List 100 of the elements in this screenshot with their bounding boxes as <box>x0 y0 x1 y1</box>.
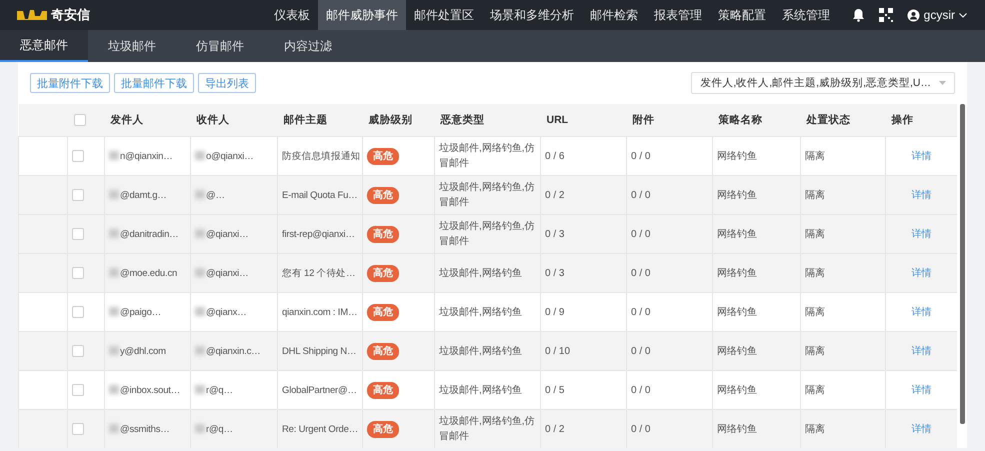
redacted-block <box>195 424 205 434</box>
threat-badge: 高危 <box>367 226 399 242</box>
tab[interactable]: 内容过滤 <box>264 30 352 62</box>
redacted-block <box>109 346 119 356</box>
brand-name: 奇安信 <box>51 6 90 24</box>
attachment-count: 0 / 0 <box>631 228 650 240</box>
nav-item[interactable]: 系统管理 <box>774 0 838 30</box>
url-count: 0 / 5 <box>545 384 564 396</box>
status-text: 隔离 <box>805 306 825 318</box>
tab[interactable]: 仿冒邮件 <box>176 30 264 62</box>
attachment-count: 0 / 0 <box>631 346 650 356</box>
email-address: o@qianxi… <box>206 150 254 162</box>
status-text: 隔离 <box>805 190 825 200</box>
attachment-count: 0 / 0 <box>631 268 650 278</box>
url-count: 0 / 9 <box>545 306 564 318</box>
attachment-count: 0 / 0 <box>631 190 650 200</box>
redacted-block <box>195 151 205 160</box>
redacted-block <box>109 385 119 394</box>
tab[interactable]: 垃圾邮件 <box>88 30 176 62</box>
logo-icon <box>16 7 48 23</box>
nav-item[interactable]: 邮件处置区 <box>406 0 482 30</box>
scrollbar[interactable] <box>960 104 964 424</box>
nav-item[interactable]: 策略配置 <box>710 0 774 30</box>
redacted-block <box>195 268 205 278</box>
threat-badge: 高危 <box>367 186 399 204</box>
threat-badge: 高危 <box>367 148 399 164</box>
policy-name: 网络钓鱼 <box>717 268 757 278</box>
caret-icon <box>939 81 946 85</box>
threat-badge: 高危 <box>367 342 399 360</box>
url-count: 0 / 3 <box>545 228 564 240</box>
malware-type: 垃圾邮件,网络钓鱼 <box>439 306 522 318</box>
mail-subject: qianxin.com : IM… <box>282 306 358 318</box>
status-text: 隔离 <box>805 384 825 396</box>
email-address: @inbox.sout… <box>120 384 180 396</box>
policy-name: 网络钓鱼 <box>717 346 757 356</box>
checkbox[interactable] <box>72 344 84 357</box>
malware-type: 垃圾邮件,网络钓鱼 <box>439 268 522 278</box>
email-address: @danitradin… <box>120 228 178 240</box>
redacted-block <box>109 229 119 238</box>
nav-item[interactable]: 仪表板 <box>266 0 318 30</box>
threat-badge: 高危 <box>367 264 399 282</box>
malware-type: 垃圾邮件,网络钓鱼 <box>439 384 522 396</box>
status-text: 隔离 <box>805 228 825 240</box>
malware-type: 垃圾邮件,网络钓鱼,仿冒邮件 <box>439 416 535 442</box>
column-header: 操作 <box>886 104 956 136</box>
checkbox[interactable] <box>72 422 84 435</box>
column-header: 策略名称 <box>712 104 800 136</box>
checkbox[interactable] <box>72 266 84 279</box>
url-count: 0 / 2 <box>545 424 564 434</box>
checkbox[interactable] <box>72 188 84 201</box>
redacted-block <box>109 424 119 434</box>
bell-icon[interactable] <box>852 8 865 22</box>
policy-name: 网络钓鱼 <box>717 384 757 396</box>
redacted-block <box>109 307 119 316</box>
column-select[interactable]: 发件人,收件人,邮件主题,威胁级别,恶意类型,U… <box>691 72 955 94</box>
nav-item[interactable]: 邮件威胁事件 <box>318 0 406 30</box>
status-text: 隔离 <box>805 346 825 356</box>
threat-badge: 高危 <box>367 382 399 398</box>
checkbox[interactable] <box>72 228 84 240</box>
redacted-block <box>195 307 205 316</box>
url-count: 0 / 2 <box>545 190 564 200</box>
redacted-block <box>195 229 205 238</box>
user-name[interactable]: gcysir <box>924 8 955 22</box>
caret-icon[interactable] <box>959 12 967 18</box>
status-text: 隔离 <box>805 150 825 162</box>
threat-badge: 高危 <box>367 420 399 438</box>
column-header: 恶意类型 <box>434 104 540 136</box>
mail-subject: 您有 12 个待处… <box>282 268 356 278</box>
nav-item[interactable]: 邮件检索 <box>582 0 646 30</box>
redacted-block <box>109 268 119 278</box>
mail-subject: 防疫信息填报通知 <box>282 150 360 162</box>
email-address: @qianxi… <box>206 268 248 278</box>
email-address: @qianxi… <box>206 228 248 240</box>
email-address: @qianx… <box>206 306 246 318</box>
column-header: 邮件主题 <box>278 104 362 136</box>
column-header: 收件人 <box>190 104 278 136</box>
malware-type: 垃圾邮件,网络钓鱼,仿冒邮件 <box>439 182 535 208</box>
redacted-block <box>195 346 205 356</box>
qr-code-icon[interactable] <box>878 8 893 22</box>
mail-subject: Re: Urgent Orde… <box>282 424 358 434</box>
url-count: 0 / 6 <box>545 150 564 162</box>
checkbox[interactable] <box>72 150 84 162</box>
policy-name: 网络钓鱼 <box>717 190 757 200</box>
malware-type: 垃圾邮件,网络钓鱼 <box>439 346 522 356</box>
checkbox[interactable] <box>72 306 84 318</box>
threat-badge: 高危 <box>367 304 399 320</box>
checkbox[interactable] <box>72 384 84 396</box>
policy-name: 网络钓鱼 <box>717 228 757 240</box>
checkbox[interactable] <box>74 114 86 126</box>
url-count: 0 / 3 <box>545 268 564 278</box>
column-header: 发件人 <box>104 104 190 136</box>
status-text: 隔离 <box>805 424 825 434</box>
malware-type: 垃圾邮件,网络钓鱼,仿冒邮件 <box>439 221 535 247</box>
redacted-block <box>195 385 205 394</box>
nav-item[interactable]: 场景和多维分析 <box>482 0 582 30</box>
nav-item[interactable]: 报表管理 <box>646 0 710 30</box>
email-address: @ssmiths… <box>120 424 170 434</box>
email-address: @damt.g… <box>120 190 167 200</box>
tab[interactable]: 恶意邮件 <box>0 30 88 62</box>
mail-subject: first-rep@qianxi… <box>282 228 355 240</box>
